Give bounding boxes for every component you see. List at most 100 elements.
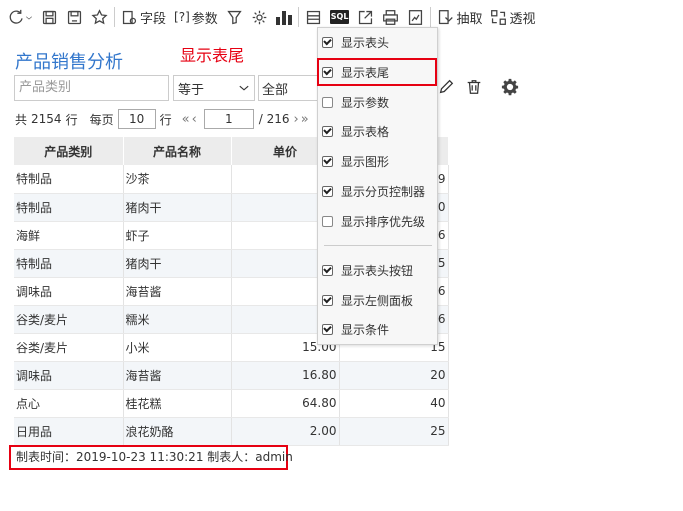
menu-item-show-params[interactable]: 显示参数 (318, 91, 437, 113)
first-page-button[interactable]: « (182, 112, 190, 127)
report-title: 产品销售分析 (15, 52, 123, 73)
checkbox[interactable] (322, 155, 333, 167)
menu-item-show-header-buttons[interactable]: 显示表头按钮 (318, 259, 437, 281)
checkbox[interactable] (322, 323, 333, 335)
gear-icon (252, 10, 267, 24)
cell-category: 特制品 (14, 165, 124, 194)
save-as-button[interactable] (62, 5, 87, 29)
cell-product: 沙茶 (123, 165, 232, 194)
view-options-button[interactable] (301, 5, 326, 29)
column-header[interactable]: 产品类别 (14, 137, 124, 165)
chart-button[interactable] (272, 5, 296, 29)
filter-icon (227, 10, 242, 24)
checkbox[interactable] (322, 185, 333, 197)
menu-item-label: 显示图形 (341, 154, 390, 169)
menu-item-show-chart[interactable]: 显示图形 (318, 150, 437, 172)
cell-price: 64.80 (231, 389, 340, 418)
filter-button[interactable] (222, 5, 247, 29)
delete-filter-button[interactable] (465, 78, 483, 96)
total-count: 2154 (31, 112, 62, 126)
cell-price: 2.00 (231, 417, 340, 446)
extract-button-label: 抽取 (456, 11, 483, 27)
sql-icon: SQL (329, 10, 350, 24)
column-header[interactable]: 产品名称 (123, 137, 232, 165)
highlight-box (317, 58, 437, 86)
menu-item-label: 显示表格 (341, 124, 390, 139)
menu-item-show-pager[interactable]: 显示分页控制器 (318, 180, 437, 202)
cell-category: 特制品 (14, 193, 124, 222)
pencil-icon (439, 79, 454, 94)
cell-product: 桂花糕 (123, 389, 232, 418)
per-page-input[interactable]: 10 (117, 109, 156, 129)
last-page-button[interactable]: » (301, 112, 309, 127)
checkbox[interactable] (322, 96, 333, 108)
menu-item-show-conditions[interactable]: 显示条件 (318, 318, 437, 340)
checkbox[interactable] (322, 294, 333, 306)
export-button[interactable] (353, 5, 378, 29)
pivot-icon (491, 9, 507, 25)
field-button-label: 字段 (140, 11, 167, 27)
menu-divider (324, 245, 432, 246)
prev-page-button[interactable]: ‹ (192, 112, 197, 127)
favorite-button[interactable] (87, 5, 112, 29)
category-filter-input[interactable]: 产品类别 (14, 75, 169, 101)
cell-category: 海鲜 (14, 221, 124, 250)
filter-settings-button[interactable] (501, 78, 519, 96)
toolbar-divider (297, 7, 299, 27)
pivot-button[interactable]: 透视 (486, 5, 539, 29)
pivot-button-label: 透视 (509, 11, 536, 27)
next-page-button[interactable]: › (294, 112, 299, 127)
param-button-label: 参数 (191, 11, 218, 27)
menu-item-show-header[interactable]: 显示表头 (318, 31, 437, 53)
print-button[interactable] (378, 5, 403, 29)
save-button[interactable] (37, 5, 62, 29)
table-row: 调味品 海苔酱 16.80 20 (14, 361, 449, 390)
refresh-button[interactable] (4, 5, 37, 29)
cell-category: 日用品 (14, 417, 124, 446)
chevron-down-icon (239, 85, 249, 91)
toolbar-divider (114, 7, 115, 27)
report-footer: 制表时间：2019-10-23 11:30:21 制表人：admin (9, 445, 293, 470)
edit-filter-button[interactable] (437, 78, 455, 96)
cell-product: 猪肉干 (123, 249, 232, 278)
cell-product: 猪肉干 (123, 193, 232, 222)
toolbar-divider (430, 7, 432, 27)
menu-item-show-table[interactable]: 显示表格 (318, 120, 437, 142)
checkbox[interactable] (322, 36, 333, 48)
param-button[interactable]: [?] 参数 (170, 5, 222, 29)
cell-price: 16.80 (231, 361, 340, 390)
sql-button[interactable]: SQL (326, 5, 354, 29)
report-button[interactable] (403, 5, 428, 29)
trash-icon (467, 80, 481, 94)
value-select[interactable]: 全部 (258, 75, 320, 101)
checkbox[interactable] (322, 264, 333, 276)
field-button[interactable]: 字段 (117, 5, 170, 29)
extract-icon (439, 9, 454, 24)
gear-icon (501, 78, 519, 96)
total-suffix: 行 (65, 112, 78, 127)
star-icon (91, 8, 108, 24)
printer-icon (383, 9, 399, 25)
save-icon (42, 10, 57, 24)
chevron-down-icon (26, 15, 32, 19)
export-icon (359, 10, 373, 24)
operator-select[interactable]: 等于 (173, 75, 255, 101)
cell-product: 海苔酱 (123, 361, 232, 390)
menu-item-show-left-panel[interactable]: 显示左侧面板 (318, 289, 437, 311)
menu-item-label: 显示左侧面板 (341, 293, 414, 308)
cell-value: 25 (339, 417, 449, 446)
extract-button[interactable]: 抽取 (433, 5, 486, 29)
checkbox[interactable] (322, 125, 333, 137)
param-bracket-icon: [?] (174, 10, 190, 24)
current-page-input[interactable]: 1 (203, 109, 254, 129)
field-settings-icon (122, 10, 137, 24)
cell-category: 点心 (14, 389, 124, 418)
cell-product: 糯米 (123, 305, 232, 334)
cell-category: 谷类/麦片 (14, 305, 124, 334)
settings-button[interactable] (247, 5, 272, 29)
menu-item-show-sort-priority[interactable]: 显示排序优先级 (318, 210, 437, 232)
cell-product: 浪花奶酪 (123, 417, 232, 446)
table-row: 点心 桂花糕 64.80 40 (14, 389, 449, 418)
checkbox[interactable] (322, 215, 333, 227)
cell-value: 20 (339, 361, 449, 390)
